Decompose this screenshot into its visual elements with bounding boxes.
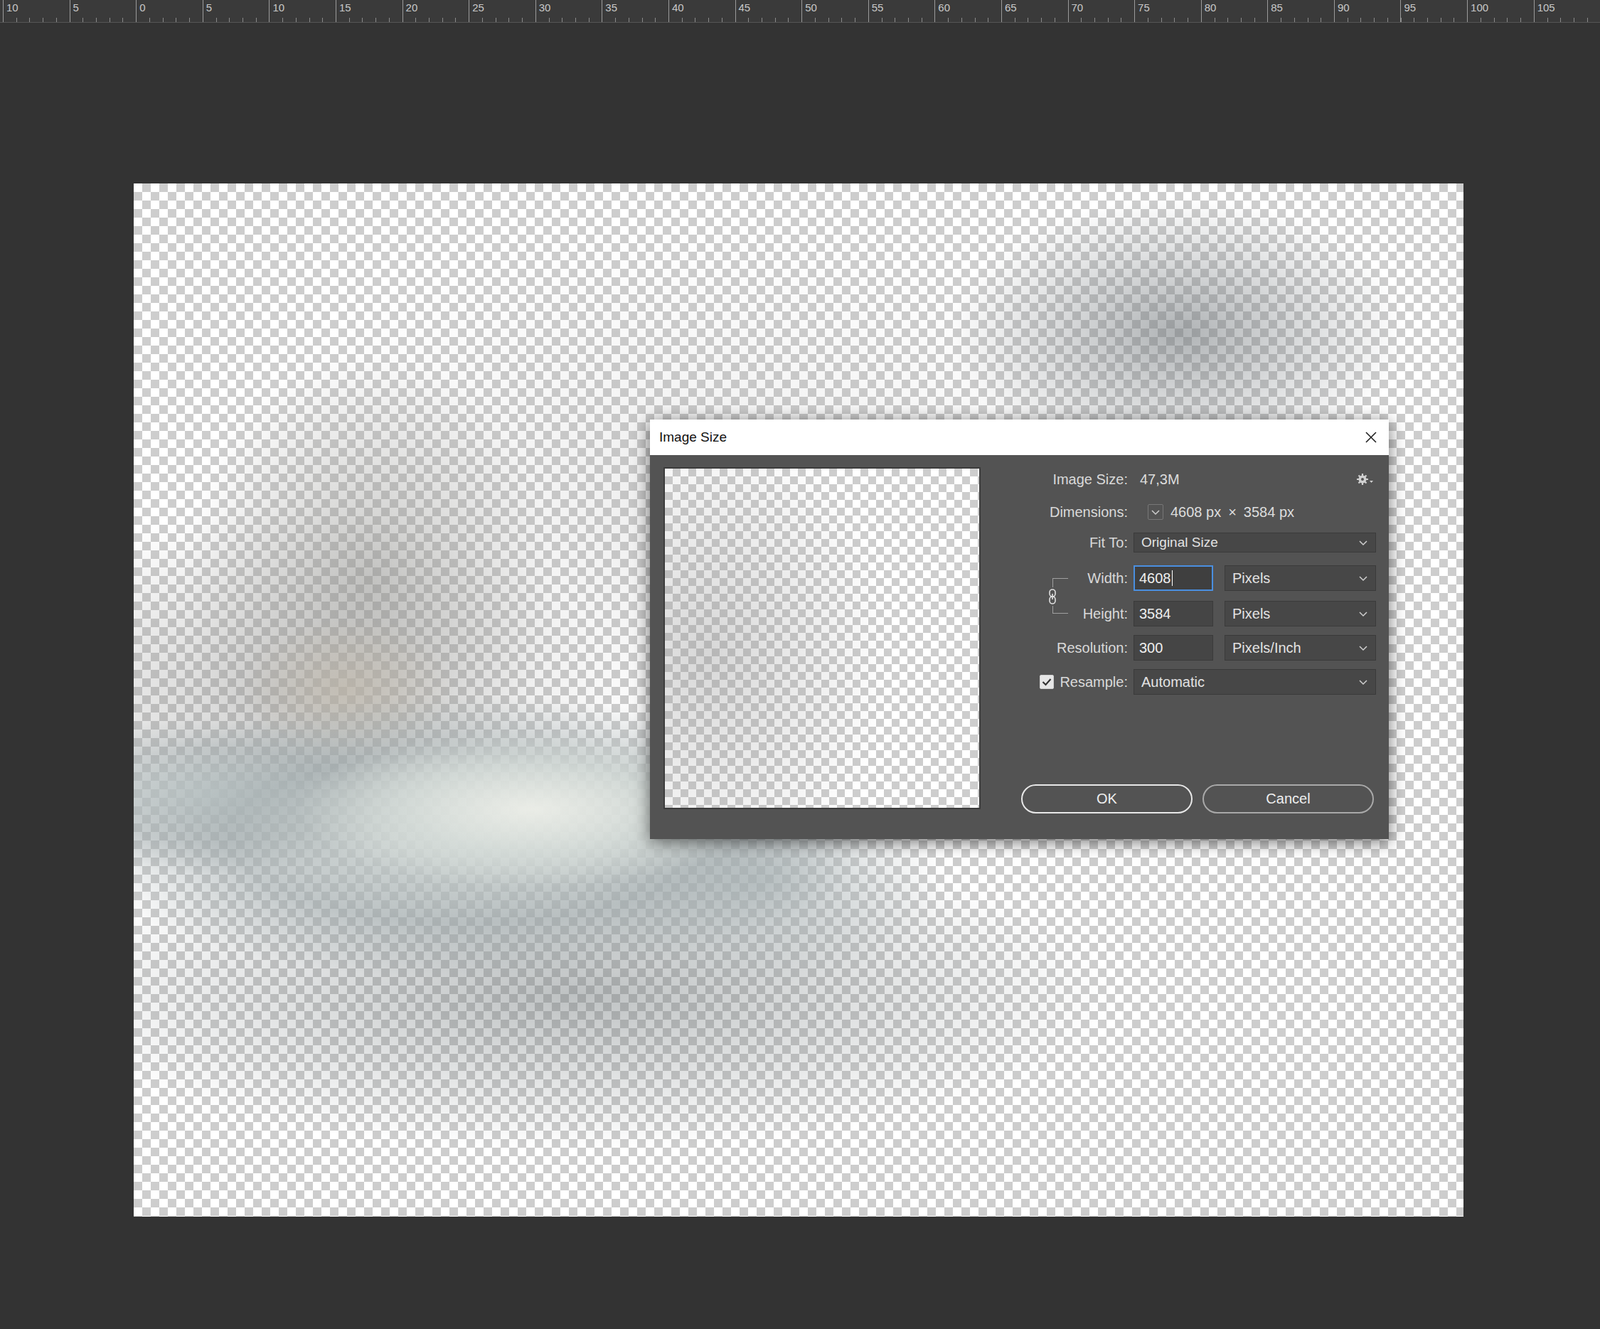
chevron-icon xyxy=(1358,610,1369,618)
fit-to-dropdown[interactable]: Original Size xyxy=(1133,532,1376,553)
resolution-field[interactable]: 300 xyxy=(1133,635,1214,661)
title-bar: Image Size xyxy=(649,419,1389,456)
height-unit: Pixels xyxy=(1232,605,1271,623)
ruler: 1050510152025303540455055606570758085909… xyxy=(0,0,1600,23)
ruler-tick: 35 xyxy=(601,0,669,23)
image-size-row: Image Size: 47,3M xyxy=(995,467,1376,492)
ruler-tick: 80 xyxy=(1201,0,1268,23)
fit-to-row: Fit To: Original Size xyxy=(995,532,1376,553)
preview-pane[interactable] xyxy=(663,467,981,810)
width-unit: Pixels xyxy=(1232,570,1271,587)
resolution-row: Resolution: 300 Pixels/Inch xyxy=(995,635,1376,661)
chevron-icon xyxy=(1358,678,1369,686)
ruler-tick: 30 xyxy=(535,0,603,23)
ok-button[interactable]: OK xyxy=(1021,784,1193,814)
resample-dropdown[interactable]: Automatic xyxy=(1133,669,1376,695)
ruler-tick: 5 xyxy=(69,0,137,23)
height-label: Height: xyxy=(995,605,1128,623)
ruler-tick: 10 xyxy=(268,0,336,23)
ruler-tick: 70 xyxy=(1068,0,1135,23)
ruler-tick: 45 xyxy=(735,0,803,23)
resample-row: Resample: Automatic xyxy=(995,669,1376,695)
ruler-tick: 75 xyxy=(1134,0,1202,23)
ruler-tick: 55 xyxy=(868,0,936,23)
dimensions-label: Dimensions: xyxy=(995,504,1128,521)
height-unit-dropdown[interactable]: Pixels xyxy=(1224,600,1376,627)
dimensions-row: Dimensions: 4608 px × 3584 px xyxy=(995,499,1376,525)
chevron-icon xyxy=(1358,539,1369,547)
ruler-tick: 50 xyxy=(801,0,869,23)
chain-link-icon[interactable] xyxy=(1046,587,1059,606)
resolution-value: 300 xyxy=(1139,640,1163,657)
ruler-tick: 25 xyxy=(468,0,536,23)
ruler-tick: 0 xyxy=(135,0,203,23)
ruler-tick: 15 xyxy=(335,0,403,23)
ruler-tick: 20 xyxy=(402,0,470,23)
width-value: 4608 xyxy=(1139,570,1172,587)
dimensions-menu-icon[interactable] xyxy=(1147,504,1164,520)
fit-to-value: Original Size xyxy=(1141,534,1219,551)
ruler-tick: 95 xyxy=(1400,0,1468,23)
image-size-value: 47,3M xyxy=(1139,471,1180,488)
ruler-tick: 5 xyxy=(202,0,270,23)
resolution-label: Resolution: xyxy=(995,640,1128,657)
ruler-tick: 40 xyxy=(668,0,736,23)
dialog-title: Image Size xyxy=(659,429,727,446)
text-caret xyxy=(1171,570,1173,586)
width-field[interactable]: 4608 xyxy=(1133,565,1214,591)
image-size-dialog: Image Size Image Size: 47,3M Dimensions: xyxy=(649,419,1389,840)
height-value: 3584 xyxy=(1139,605,1172,623)
resample-value: Automatic xyxy=(1141,674,1205,691)
resample-label: Resample: xyxy=(1059,674,1128,691)
settings-panel: Image Size: 47,3M Dimensions: 4608 px × … xyxy=(995,467,1376,810)
ruler-tick: 90 xyxy=(1334,0,1401,23)
ruler-tick: 85 xyxy=(1267,0,1335,23)
close-icon[interactable] xyxy=(1363,429,1379,446)
width-unit-dropdown[interactable]: Pixels xyxy=(1224,565,1376,591)
ruler-tick: 105 xyxy=(1533,0,1600,23)
linked-dimensions: Width: 4608 Pixels Height: 3584 Pixels xyxy=(995,565,1376,627)
fit-to-label: Fit To: xyxy=(995,534,1128,552)
ruler-tick: 100 xyxy=(1467,0,1534,23)
ruler-tick: 60 xyxy=(934,0,1002,23)
chevron-icon xyxy=(1358,574,1369,582)
height-field[interactable]: 3584 xyxy=(1133,600,1214,627)
button-row: OK Cancel xyxy=(995,784,1376,814)
dimensions-width: 4608 px xyxy=(1170,504,1221,521)
gear-icon[interactable] xyxy=(1356,472,1375,487)
times-sign: × xyxy=(1228,504,1237,521)
workspace: Image Size Image Size: 47,3M Dimensions: xyxy=(0,22,1600,1329)
dimensions-height: 3584 px xyxy=(1243,504,1295,521)
resolution-unit: Pixels/Inch xyxy=(1232,640,1302,657)
resolution-unit-dropdown[interactable]: Pixels/Inch xyxy=(1224,635,1376,661)
resample-checkbox[interactable] xyxy=(1039,674,1054,690)
ruler-tick: 10 xyxy=(2,0,70,23)
image-size-label: Image Size: xyxy=(995,471,1128,488)
ruler-tick: 65 xyxy=(1001,0,1069,23)
cancel-button[interactable]: Cancel xyxy=(1202,784,1374,814)
chevron-icon xyxy=(1358,644,1369,652)
dialog-body: Image Size: 47,3M Dimensions: 4608 px × … xyxy=(649,455,1389,840)
